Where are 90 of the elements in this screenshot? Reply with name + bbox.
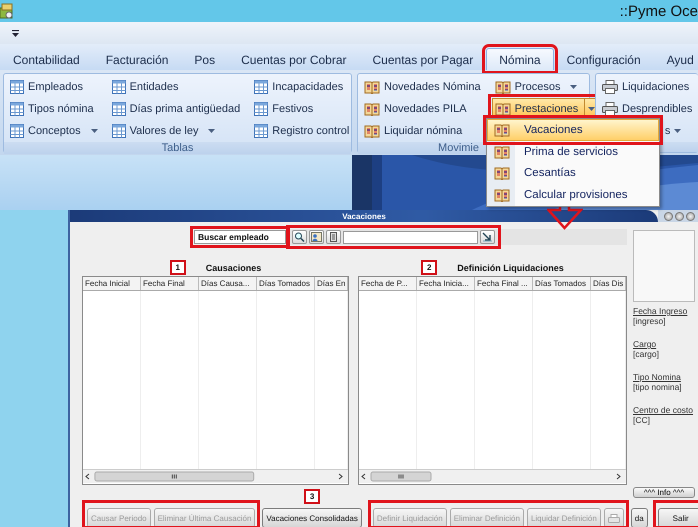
table-icon (10, 124, 24, 138)
go-button[interactable] (480, 230, 495, 244)
book-icon (364, 124, 380, 138)
ribbon-button[interactable]: Días prima antigüedad (108, 98, 244, 120)
field-value: [CC] (633, 415, 651, 425)
ribbon-tab[interactable]: Configuración (554, 48, 654, 70)
ribbon-tab[interactable]: Cuentas por Pagar (360, 48, 486, 70)
field-value: [ingreso] (633, 316, 667, 326)
ribbon-button[interactable]: Tipos nómina (7, 98, 97, 120)
column-header[interactable]: Días Tomados (257, 277, 315, 290)
table-icon (112, 124, 126, 138)
info-button[interactable]: ^^^ Info ^^^ (633, 487, 695, 498)
menu-item[interactable]: Cesantías (487, 162, 659, 184)
field-label: Fecha Ingreso (633, 306, 688, 316)
ribbon-tab[interactable]: Ayud (654, 48, 698, 70)
ribbon-button[interactable]: Valores de ley (108, 120, 218, 142)
customize-icon (12, 30, 19, 36)
contact-card-icon (311, 232, 322, 242)
table-icon (10, 80, 24, 94)
ribbon-button[interactable]: Registro control (251, 120, 352, 142)
column-header[interactable]: Fecha Inicial (83, 277, 141, 290)
minimize-button[interactable] (664, 212, 673, 220)
column-header[interactable]: Fecha Final ... (475, 277, 533, 290)
ribbon-button[interactable]: s (664, 120, 682, 142)
column-header[interactable]: Fecha Inicia... (417, 277, 475, 290)
search-icon (294, 232, 305, 242)
number-marker: 2 (421, 260, 438, 275)
app-icon (0, 2, 14, 20)
field-label: Tipo Nomina (633, 372, 682, 382)
column-header[interactable]: Fecha de P... (359, 277, 417, 290)
action-button[interactable]: Salir (658, 508, 698, 527)
ribbon-button[interactable]: Conceptos (7, 120, 101, 142)
book-icon (494, 166, 510, 180)
table-title: Causaciones (206, 262, 262, 272)
ribbon-button[interactable]: Liquidaciones (599, 76, 692, 98)
column-header[interactable]: Días Dis (591, 277, 626, 290)
action-button[interactable]: Vacaciones Consolidadas (262, 508, 362, 527)
dialog-title: Vacaciones (342, 212, 386, 220)
book-icon (494, 80, 511, 94)
ribbon-button[interactable]: Empleados (7, 76, 86, 98)
table-title: Definición Liquidaciones (457, 262, 564, 272)
group-label: Tablas (162, 142, 194, 154)
table-icon (254, 102, 268, 116)
ribbon-tab[interactable]: Facturación (92, 48, 182, 70)
table-icon (112, 102, 126, 116)
number-marker: 3 (304, 489, 320, 504)
field-label: Cargo (633, 339, 658, 349)
employee-field[interactable] (343, 230, 478, 244)
window-title: ::Pyme Oce (620, 2, 698, 20)
action-button[interactable]: da (630, 508, 648, 527)
table-icon (254, 124, 268, 138)
field-value: [tipo nomina] (633, 382, 683, 392)
book-icon (494, 102, 511, 116)
group-label: Movimie (438, 142, 479, 154)
book-icon (364, 102, 380, 116)
table-icon (10, 102, 24, 116)
photo-frame (633, 230, 695, 302)
ribbon-button[interactable]: Liquidar nómina (361, 120, 466, 142)
menu-item[interactable]: Calcular provisiones (487, 184, 659, 206)
ribbon-tab[interactable]: Contabilidad (0, 48, 93, 70)
column-header[interactable]: Días Tomados (533, 277, 591, 290)
field-label: Centro de costo (633, 405, 694, 415)
table-icon (112, 80, 126, 94)
ribbon-button[interactable]: Novedades Nómina (361, 76, 484, 98)
printer-icon (608, 514, 620, 522)
contact-card-button[interactable] (309, 230, 324, 244)
book-icon (494, 144, 510, 159)
column-header[interactable]: Días Causa... (199, 277, 257, 290)
ribbon-button[interactable]: Novedades PILA (361, 98, 470, 120)
column-header[interactable]: Días En (315, 277, 348, 290)
ribbon-button[interactable]: Incapacidades (251, 76, 346, 98)
ribbon-tab[interactable]: Cuentas por Cobrar (228, 48, 360, 70)
ribbon-tab[interactable]: Pos (181, 48, 228, 70)
number-marker: 1 (170, 260, 186, 275)
book-icon (494, 122, 510, 137)
document-icon (328, 232, 339, 242)
ribbon-button[interactable]: Festivos (251, 98, 316, 120)
field-value: [cargo] (633, 349, 660, 359)
book-icon (494, 188, 510, 202)
menu-item[interactable]: Prima de servicios (487, 140, 659, 162)
ribbon-button[interactable]: Entidades (108, 76, 182, 98)
book-icon (364, 80, 380, 94)
document-button[interactable] (326, 230, 341, 244)
arrow-icon (482, 232, 493, 242)
maximize-button[interactable] (675, 212, 684, 220)
search-button[interactable] (292, 230, 307, 244)
printer-icon (602, 80, 618, 94)
column-header[interactable]: Fecha Final (141, 277, 199, 290)
table-icon (254, 80, 268, 94)
close-button[interactable] (686, 212, 695, 220)
